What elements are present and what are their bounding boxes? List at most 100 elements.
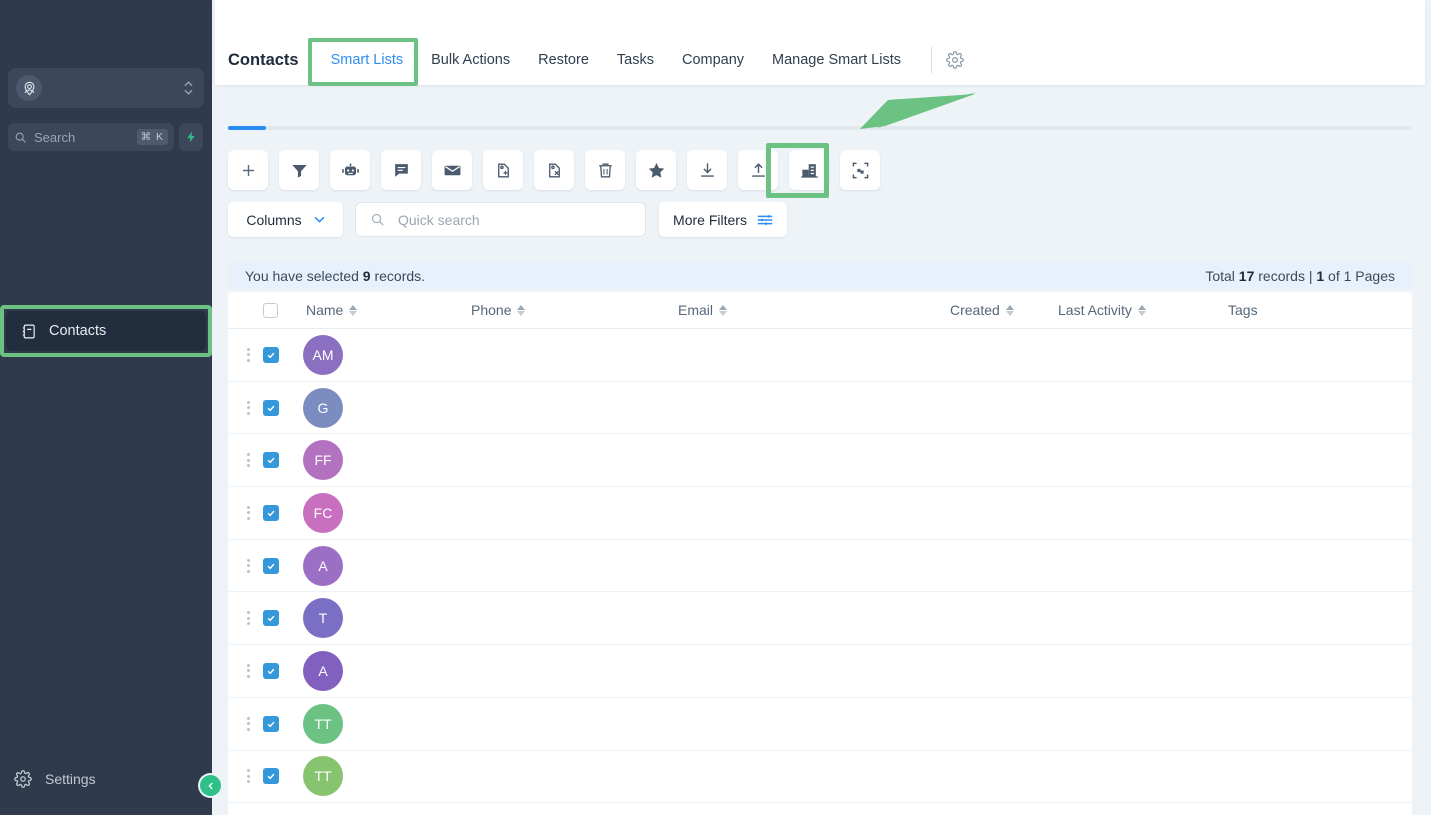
tag-plus-icon [497,162,509,178]
row-checkbox[interactable] [263,662,279,679]
row-checkbox[interactable] [263,399,279,416]
column-header-phone[interactable]: Phone [471,302,526,318]
column-header-created[interactable]: Created [950,302,1014,318]
current-page: 1 [1316,268,1325,284]
row-checkbox[interactable] [263,504,279,521]
column-header-tags[interactable]: Tags [1228,302,1258,318]
avatar: FC [303,492,343,533]
sidebar-collapse-button[interactable] [200,775,221,796]
header-nav: Contacts Smart Lists Bulk Actions Restor… [228,47,964,73]
plus-icon [242,164,254,176]
quick-search-input[interactable]: Quick search [355,202,646,237]
row-drag-handle[interactable] [247,400,250,415]
sort-arrows-icon[interactable] [517,304,526,316]
delete-button[interactable] [585,150,625,190]
search-placeholder: Search [34,129,76,145]
row-drag-handle[interactable] [247,663,250,678]
column-label: Email [678,302,714,318]
contacts-book-icon [22,324,35,338]
favorite-button[interactable] [636,150,676,190]
column-header-last-activity[interactable]: Last Activity [1058,302,1146,318]
column-label: Last Activity [1058,302,1132,318]
total-records: 17 [1238,268,1255,284]
table-row[interactable]: G [228,382,1412,435]
filter-button[interactable] [279,150,319,190]
row-drag-handle[interactable] [247,769,250,784]
table-row[interactable]: TT [228,751,1412,804]
sort-arrows-icon[interactable] [1137,304,1146,316]
sidebar-item-settings[interactable]: Settings [14,770,96,788]
row-drag-handle[interactable] [247,347,250,362]
remove-tag-button[interactable] [534,150,574,190]
columns-button[interactable]: Columns [228,202,343,237]
import-button[interactable] [687,150,727,190]
header-settings-button[interactable] [946,51,964,69]
row-drag-handle[interactable] [247,453,250,468]
sidebar: Search ⌘ K Contacts Settings [0,0,221,815]
trash-icon [598,162,612,178]
filter-row: Columns Quick search More Filters [228,202,787,237]
chevron-down-icon [314,216,325,223]
avatar: T [303,598,343,639]
table-row[interactable]: FC [228,487,1412,540]
chevron-left-icon [207,782,213,789]
table-row[interactable]: AM [228,329,1412,382]
sort-arrows-icon[interactable] [349,304,358,316]
row-drag-handle[interactable] [247,716,250,731]
row-checkbox[interactable] [263,610,279,627]
contacts-table: Name Phone Email Created Last Activity T… [228,292,1412,815]
select-all-checkbox[interactable] [263,302,278,318]
row-drag-handle[interactable] [247,558,250,573]
tab-company[interactable]: Company [668,52,758,68]
upload-icon [751,162,765,177]
row-drag-handle[interactable] [247,505,250,520]
app-root: Search ⌘ K Contacts Settings Contacts Sm… [0,0,1431,815]
table-row[interactable]: TT [228,698,1412,751]
search-icon [15,132,26,143]
sidebar-item-label: Contacts [49,323,107,339]
sort-arrows-icon[interactable] [1005,304,1014,316]
star-icon [648,162,664,178]
search-input[interactable]: Search ⌘ K [8,123,174,151]
location-pin-icon [16,75,42,101]
column-label: Created [950,302,1000,318]
row-checkbox[interactable] [263,346,279,363]
location-switcher[interactable] [8,68,204,108]
automation-button[interactable] [330,150,370,190]
tab-bulk-actions[interactable]: Bulk Actions [417,52,524,68]
more-filters-button[interactable]: More Filters [659,202,787,237]
tab-smart-lists[interactable]: Smart Lists [317,52,418,68]
add-tag-button[interactable] [483,150,523,190]
column-header-email[interactable]: Email [678,302,728,318]
ai-assistant-button[interactable] [179,123,203,151]
row-checkbox[interactable] [263,715,279,732]
add-contact-button[interactable] [228,150,268,190]
sms-button[interactable] [381,150,421,190]
tab-restore[interactable]: Restore [524,52,603,68]
avatar: FF [303,440,343,481]
row-drag-handle[interactable] [247,611,250,626]
sort-arrows-icon[interactable] [719,304,728,316]
avatar: TT [303,756,343,797]
table-row[interactable]: FF [228,434,1412,488]
tab-tasks[interactable]: Tasks [603,52,668,68]
table-row[interactable]: T [228,592,1412,646]
email-button[interactable] [432,150,472,190]
sidebar-item-contacts[interactable]: Contacts [6,311,206,351]
row-checkbox[interactable] [263,768,279,785]
annotation-arrow [860,92,978,129]
funnel-icon [291,164,307,178]
tab-manage-smart-lists[interactable]: Manage Smart Lists [758,52,915,68]
tag-remove-icon [548,162,560,178]
table-row[interactable]: A [228,645,1412,698]
search-icon [371,213,384,226]
avatar: A [303,650,343,691]
envelope-icon [444,165,460,175]
table-row[interactable]: A [228,540,1412,593]
merge-contacts-button[interactable] [840,150,880,190]
row-checkbox[interactable] [263,557,279,574]
column-header-name[interactable]: Name [306,302,358,318]
row-checkbox[interactable] [263,452,279,469]
sliders-icon [757,214,773,225]
quick-search-placeholder: Quick search [398,211,480,228]
